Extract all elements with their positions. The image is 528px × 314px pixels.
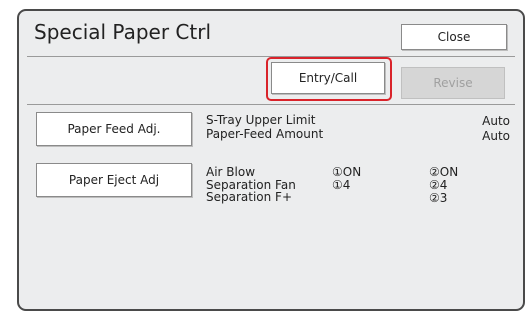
paper-feed-amount-label: Paper-Feed Amount (206, 127, 324, 141)
close-button[interactable]: Close (401, 24, 507, 50)
special-paper-ctrl-dialog: Special Paper Ctrl Close Entry/Call Revi… (17, 9, 525, 311)
air-blow-value-2: ②ON (429, 165, 459, 179)
revise-button[interactable]: Revise (401, 67, 505, 99)
dialog-title: Special Paper Ctrl (34, 20, 212, 44)
section-separator (27, 104, 515, 105)
separation-f-plus-label: Separation F+ (206, 190, 293, 204)
separation-f-plus-value-2: ②3 (429, 191, 448, 205)
separation-fan-value-2: ②4 (429, 178, 448, 192)
air-blow-label: Air Blow (206, 165, 256, 179)
paper-eject-adj-button[interactable]: Paper Eject Adj (36, 163, 192, 197)
separation-fan-value-1: ①4 (332, 178, 351, 192)
paper-feed-amount-value: Auto (482, 129, 510, 143)
s-tray-upper-limit-value: Auto (482, 114, 510, 128)
entry-call-button[interactable]: Entry/Call (271, 62, 385, 94)
s-tray-upper-limit-label: S-Tray Upper Limit (206, 113, 316, 127)
air-blow-value-1: ①ON (332, 165, 362, 179)
paper-feed-adj-button[interactable]: Paper Feed Adj. (36, 112, 192, 146)
